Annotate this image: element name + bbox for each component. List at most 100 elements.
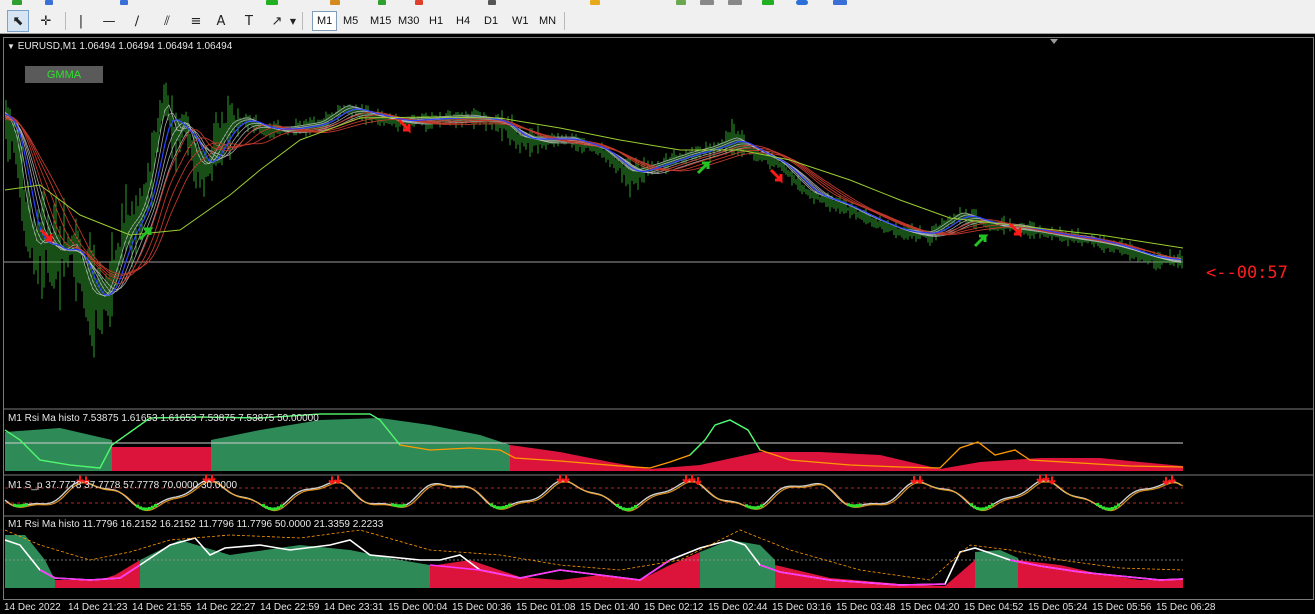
oscillator-sell-arrow-icon	[334, 475, 342, 485]
oscillator-low-dot	[970, 503, 973, 507]
oscillator-low-dot	[142, 507, 145, 511]
chart-shift-marker-icon[interactable]	[1050, 39, 1058, 44]
time-axis-tick-label: 14 Dec 22:59	[260, 602, 320, 613]
oscillator-low-dot	[1096, 503, 1099, 507]
time-axis-tick-label: 14 Dec 21:55	[132, 602, 192, 613]
time-axis-tick-label: 14 Dec 2022	[4, 602, 61, 613]
chart-collapse-icon[interactable]: ▼	[7, 42, 15, 51]
time-axis-tick-label: 15 Dec 03:48	[836, 602, 896, 613]
oscillator-low-dot	[25, 503, 28, 507]
oscillator-low-dot	[265, 505, 268, 509]
rsi-line-green	[689, 419, 761, 456]
oscillator-low-dot	[19, 504, 22, 508]
time-axis-tick-label: 15 Dec 06:28	[1156, 602, 1216, 613]
oscillator-low-dot	[1108, 507, 1111, 511]
histogram-red-area	[112, 447, 211, 471]
oscillator-low-dot	[631, 506, 634, 510]
time-axis-tick-label: 15 Dec 03:16	[772, 602, 832, 613]
subwindow-3-label: M1 Rsi Ma histo 11.7796 16.2152 16.2152 …	[8, 519, 384, 530]
oscillator-low-dot	[973, 505, 976, 509]
gmma-long-line	[4, 114, 1182, 279]
time-axis-tick-label: 14 Dec 23:31	[324, 602, 384, 613]
histogram-green-area	[5, 428, 112, 471]
oscillator-low-dot	[280, 504, 283, 508]
buy-arrow-icon	[973, 234, 989, 248]
oscillator-low-dot	[136, 504, 139, 508]
oscillator-low-dot	[982, 507, 985, 511]
histogram-red-area	[510, 445, 1183, 471]
gmma-short-line	[4, 110, 1182, 295]
oscillator-low-dot	[748, 505, 751, 509]
subwindow-1-label: M1 Rsi Ma histo 7.53875 1.61653 1.61653 …	[8, 413, 319, 424]
oscillator-low-dot	[622, 507, 625, 511]
oscillator-low-dot	[394, 503, 397, 507]
time-axis-tick-label: 15 Dec 05:24	[1028, 602, 1088, 613]
gmma-long-line	[4, 116, 1182, 277]
oscillator-low-dot	[859, 503, 862, 507]
oscillator-low-dot	[985, 506, 988, 510]
time-axis-tick-label: 15 Dec 02:12	[644, 602, 704, 613]
time-axis-tick-label: 15 Dec 02:44	[708, 602, 768, 613]
oscillator-low-dot	[274, 507, 277, 511]
oscillator-low-dot	[853, 504, 856, 508]
bar-countdown-label: <--00:57	[1206, 263, 1288, 283]
oscillator-low-dot	[847, 503, 850, 507]
symbol-quote-label: EURUSD,M1 1.06494 1.06494 1.06494 1.0649…	[17, 41, 233, 52]
oscillator-low-dot	[271, 507, 274, 511]
time-axis-tick-label: 15 Dec 04:20	[900, 602, 960, 613]
time-axis[interactable]: 14 Dec 2022 14 Dec 21:23 14 Dec 21:55 14 De…	[0, 600, 1315, 614]
oscillator-low-dot	[760, 504, 763, 508]
oscillator-low-dot	[754, 506, 757, 510]
oscillator-low-dot	[1099, 504, 1102, 508]
gmma-short-line	[4, 107, 1182, 297]
oscillator-low-dot	[1117, 503, 1120, 507]
oscillator-low-dot	[1102, 506, 1105, 510]
histogram-green-area	[211, 418, 510, 471]
oscillator-low-dot	[976, 506, 979, 510]
oscillator-low-dot	[508, 503, 511, 507]
oscillator-low-dot	[616, 503, 619, 507]
time-axis-tick-label: 15 Dec 01:40	[580, 602, 640, 613]
histogram-green-area	[700, 540, 775, 588]
oscillator-low-dot	[751, 506, 754, 510]
oscillator-sell-arrow-icon	[682, 475, 690, 484]
oscillator-low-dot	[268, 506, 271, 510]
sell-arrow-icon	[769, 168, 783, 184]
oscillator-low-dot	[400, 504, 403, 508]
oscillator-low-dot	[493, 505, 496, 509]
gmma-short-line	[4, 114, 1182, 291]
time-axis-tick-label: 15 Dec 01:08	[516, 602, 576, 613]
oscillator-low-dot	[490, 503, 493, 507]
oscillator-sell-arrow-icon	[1168, 475, 1176, 485]
oscillator-low-dot	[745, 504, 748, 508]
oscillator-low-dot	[151, 505, 154, 509]
oscillator-low-dot	[1105, 507, 1108, 511]
time-axis-tick-label: 15 Dec 05:56	[1092, 602, 1152, 613]
oscillator-sell-arrow-icon	[328, 476, 336, 485]
oscillator-low-dot	[13, 503, 16, 507]
time-axis-tick-label: 15 Dec 04:52	[964, 602, 1024, 613]
oscillator-sell-arrow-icon	[562, 474, 570, 484]
time-axis-tick-label: 15 Dec 00:04	[388, 602, 448, 613]
oscillator-low-dot	[757, 505, 760, 509]
oscillator-low-dot	[397, 504, 400, 508]
oscillator-low-dot	[499, 506, 502, 510]
gmma-button[interactable]: GMMA	[25, 66, 103, 83]
oscillator-low-dot	[850, 504, 853, 508]
oscillator-low-dot	[625, 507, 628, 511]
oscillator-low-dot	[856, 504, 859, 508]
time-axis-tick-label: 14 Dec 22:27	[196, 602, 256, 613]
oscillator-low-dot	[16, 504, 19, 508]
oscillator-low-dot	[154, 503, 157, 507]
gmma-short-line	[4, 108, 1182, 297]
oscillator-low-dot	[988, 504, 991, 508]
oscillator-low-dot	[277, 506, 280, 510]
oscillator-sell-arrow-icon	[688, 474, 696, 483]
time-axis-tick-label: 15 Dec 00:36	[452, 602, 512, 613]
oscillator-low-dot	[634, 505, 637, 509]
oscillator-sell-arrow-icon	[910, 476, 918, 485]
oscillator-low-dot	[391, 503, 394, 507]
oscillator-low-dot	[148, 506, 151, 510]
oscillator-sell-arrow-icon	[1048, 476, 1056, 485]
oscillator-low-dot	[1114, 505, 1117, 509]
